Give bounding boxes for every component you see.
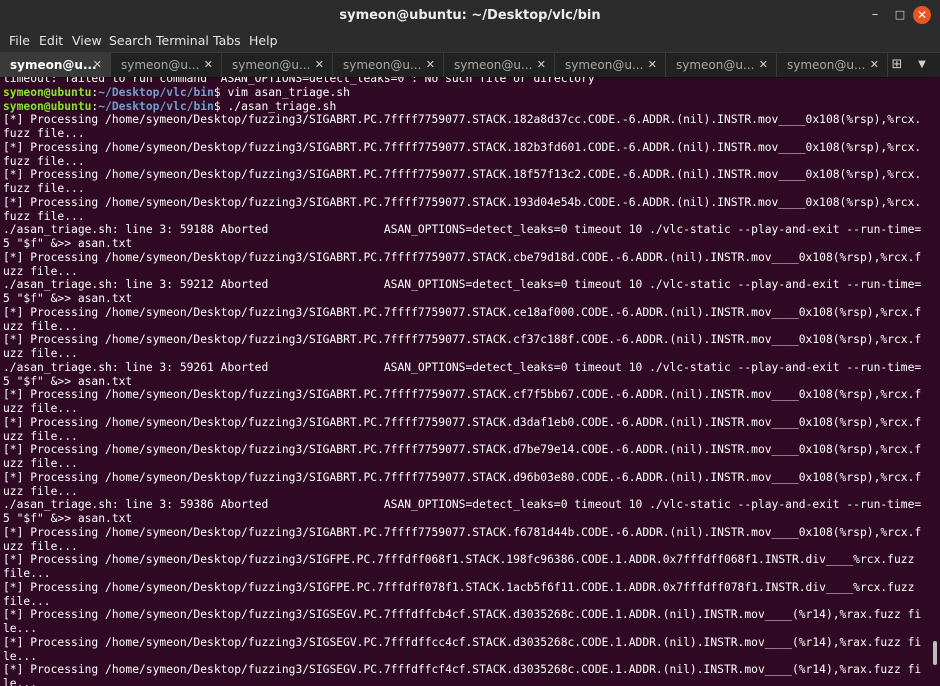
output-line: fuzz file...	[3, 154, 85, 168]
output-line: [*] Processing /home/symeon/Desktop/fuzz…	[3, 470, 922, 484]
tab-label: symeon@u...	[10, 58, 97, 72]
tab-close-icon[interactable]: ✕	[759, 53, 768, 77]
output-line: [*] Processing /home/symeon/Desktop/fuzz…	[3, 168, 922, 182]
tab-close-icon[interactable]: ✕	[648, 53, 657, 77]
output-line: uzz file...	[3, 457, 78, 470]
output-line: 5 "$f" &>> asan.txt	[3, 292, 133, 305]
tab-label: symeon@u...	[787, 58, 866, 72]
tab-terminal-3[interactable]: symeon@u... ✕	[222, 53, 333, 77]
output-line: [*] Processing /home/symeon/Desktop/fuzz…	[3, 608, 922, 622]
tab-terminal-5[interactable]: symeon@u... ✕	[444, 53, 555, 77]
tab-terminal-2[interactable]: symeon@u... ✕	[111, 53, 222, 77]
tab-terminal-4[interactable]: symeon@u... ✕	[333, 53, 444, 77]
output-line: [*] Processing /home/symeon/Desktop/fuzz…	[3, 525, 922, 539]
tab-label: symeon@u...	[454, 58, 533, 72]
menu-help[interactable]: Help	[249, 33, 278, 48]
output-line: [*] Processing /home/symeon/Desktop/fuzz…	[3, 553, 915, 567]
output-line: [*] Processing /home/symeon/Desktop/fuzz…	[3, 415, 922, 429]
output-line: uzz file...	[3, 402, 78, 415]
prompt-user: symeon@ubuntu	[3, 85, 92, 99]
output-line: le...	[3, 649, 38, 663]
close-icon[interactable]: ✕	[913, 6, 931, 24]
tab-terminal-6[interactable]: symeon@u... ✕	[555, 53, 666, 77]
prompt-path: ~/Desktop/vlc/bin	[98, 99, 214, 113]
window-title: symeon@ubuntu: ~/Desktop/vlc/bin	[339, 8, 601, 23]
terminal-output[interactable]: timeout: failed to run command 'ASAN_OPT…	[0, 77, 930, 686]
tab-label: symeon@u...	[565, 58, 644, 72]
tab-close-icon[interactable]: ✕	[537, 53, 546, 77]
output-line: uzz file...	[3, 539, 78, 553]
output-line: [*] Processing /home/symeon/Desktop/fuzz…	[3, 195, 922, 209]
output-line: [*] Processing /home/symeon/Desktop/fuzz…	[3, 113, 922, 127]
terminal-scrollbar[interactable]	[930, 77, 940, 686]
menu-bar: File Edit View Search Terminal Tabs Help	[0, 31, 940, 52]
tab-bar: symeon@u... ✕ symeon@u... ✕ symeon@u... …	[0, 52, 940, 78]
output-line: fuzz file...	[3, 182, 85, 195]
output-line: [*] Processing /home/symeon/Desktop/fuzz…	[3, 580, 915, 594]
output-line: [*] Processing /home/symeon/Desktop/fuzz…	[3, 333, 922, 347]
tab-close-icon[interactable]: ✕	[93, 53, 102, 77]
output-line: 5 "$f" &>> asan.txt	[3, 512, 133, 525]
minimize-icon[interactable]: –	[866, 6, 884, 24]
output-line: file...	[3, 567, 51, 580]
tab-label: symeon@u...	[232, 58, 311, 72]
tab-close-icon[interactable]: ✕	[870, 53, 879, 77]
menu-terminal[interactable]: Terminal	[156, 33, 209, 48]
output-line: 5 "$f" &>> asan.txt	[3, 237, 133, 250]
prompt-command: $ ./asan_triage.sh	[213, 99, 337, 113]
output-line: [*] Processing /home/symeon/Desktop/fuzz…	[3, 663, 922, 677]
tab-close-icon[interactable]: ✕	[315, 53, 324, 77]
menu-edit[interactable]: Edit	[39, 33, 63, 48]
output-line: timeout: failed to run command 'ASAN_OPT…	[3, 77, 595, 85]
output-line: fuzz file...	[3, 209, 85, 223]
menu-view[interactable]: View	[72, 33, 102, 48]
output-line: uzz file...	[3, 319, 78, 333]
scrollbar-thumb[interactable]	[933, 641, 937, 665]
tab-label: symeon@u...	[676, 58, 755, 72]
menu-file[interactable]: File	[9, 33, 30, 48]
tab-close-icon[interactable]: ✕	[426, 53, 435, 77]
tab-terminal-7[interactable]: symeon@u... ✕	[666, 53, 777, 77]
output-line: uzz file...	[3, 264, 78, 278]
output-line: le...	[3, 622, 38, 635]
menu-search[interactable]: Search	[109, 33, 152, 48]
prompt-user: symeon@ubuntu	[3, 99, 92, 113]
tab-label: symeon@u...	[121, 58, 200, 72]
output-line: uzz file...	[3, 429, 78, 443]
tab-menu-chevron-down-icon[interactable]: ▼	[912, 55, 932, 75]
output-line: ./asan_triage.sh: line 3: 59188 Aborted …	[3, 223, 922, 237]
output-line: uzz file...	[3, 484, 78, 498]
menu-tabs[interactable]: Tabs	[213, 33, 241, 48]
output-line: ./asan_triage.sh: line 3: 59386 Aborted …	[3, 498, 922, 512]
output-line: le...	[3, 677, 38, 686]
output-line: ./asan_triage.sh: line 3: 59261 Aborted …	[3, 360, 922, 374]
new-tab-icon[interactable]: ⊞	[887, 55, 907, 75]
output-line: [*] Processing /home/symeon/Desktop/fuzz…	[3, 250, 922, 264]
output-line: [*] Processing /home/symeon/Desktop/fuzz…	[3, 388, 922, 402]
prompt-path: ~/Desktop/vlc/bin	[98, 85, 214, 99]
output-line: [*] Processing /home/symeon/Desktop/fuzz…	[3, 140, 922, 154]
output-line: 5 "$f" &>> asan.txt	[3, 374, 133, 388]
prompt-line: symeon@ubuntu:~/Desktop/vlc/bin$ ./asan_…	[3, 100, 336, 114]
tab-terminal-1[interactable]: symeon@u... ✕	[0, 53, 111, 77]
output-line: [*] Processing /home/symeon/Desktop/fuzz…	[3, 443, 922, 457]
output-line: fuzz file...	[3, 127, 85, 140]
maximize-icon[interactable]: □	[891, 6, 909, 24]
output-line: uzz file...	[3, 347, 78, 360]
tab-label: symeon@u...	[343, 58, 422, 72]
tab-terminal-8[interactable]: symeon@u... ✕	[777, 53, 888, 77]
tab-close-icon[interactable]: ✕	[204, 53, 213, 77]
output-line: [*] Processing /home/symeon/Desktop/fuzz…	[3, 305, 922, 319]
output-line: file...	[3, 594, 51, 608]
prompt-command: $ vim asan_triage.sh	[213, 85, 350, 99]
prompt-line: symeon@ubuntu:~/Desktop/vlc/bin$ vim asa…	[3, 86, 350, 100]
title-bar: symeon@ubuntu: ~/Desktop/vlc/bin – □ ✕	[0, 0, 940, 31]
output-line: [*] Processing /home/symeon/Desktop/fuzz…	[3, 635, 922, 649]
output-line: ./asan_triage.sh: line 3: 59212 Aborted …	[3, 278, 922, 292]
